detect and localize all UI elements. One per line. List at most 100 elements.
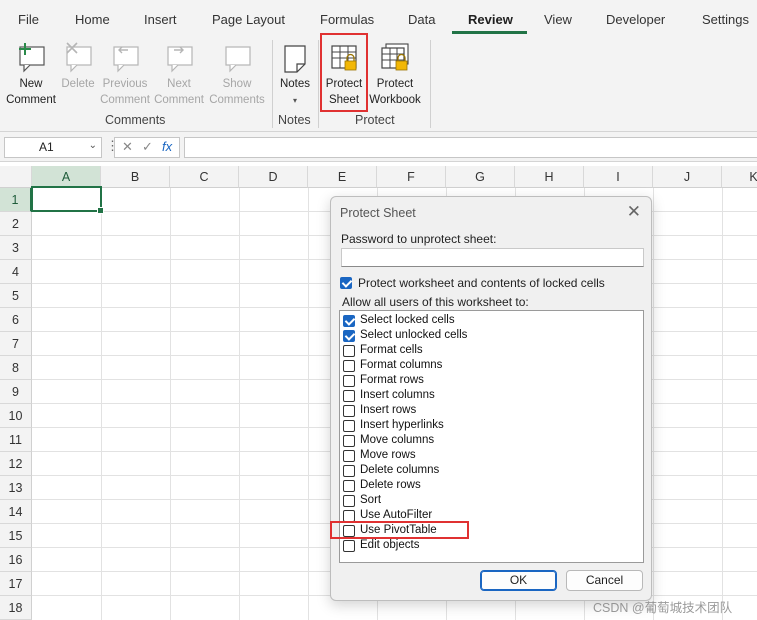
ok-button[interactable]: OK	[480, 570, 557, 591]
chevron-down-icon[interactable]: ⌄	[89, 140, 97, 151]
option-label: Insert columns	[360, 389, 435, 401]
next-comment-button[interactable]: Next Comment	[152, 38, 206, 108]
option-checkbox[interactable]	[343, 540, 355, 552]
protect-sheet-highlight	[320, 33, 368, 112]
tab-developer[interactable]: Developer	[606, 12, 665, 27]
option-checkbox[interactable]	[343, 495, 355, 507]
list-item[interactable]: Move rows	[340, 449, 640, 464]
formula-bar: A1 ⌄ ⋮ ✕ ✓ fx	[0, 132, 757, 162]
option-checkbox[interactable]	[343, 345, 355, 357]
formula-input[interactable]	[184, 137, 757, 158]
row-header[interactable]: 10	[0, 404, 32, 428]
column-header[interactable]: K	[722, 166, 757, 188]
option-checkbox[interactable]	[343, 465, 355, 477]
notes-button[interactable]: Notes ▾	[276, 38, 314, 109]
list-item[interactable]: Format columns	[340, 359, 640, 374]
tab-home[interactable]: Home	[75, 12, 110, 27]
column-header[interactable]: B	[101, 166, 170, 188]
active-cell-a1[interactable]	[31, 186, 104, 214]
list-item[interactable]: Insert hyperlinks	[340, 419, 640, 434]
dialog-title: Protect Sheet	[340, 206, 416, 220]
delete-comment-button[interactable]: Delete	[58, 38, 98, 92]
list-item[interactable]: Edit objects	[340, 539, 640, 554]
tab-insert[interactable]: Insert	[144, 12, 177, 27]
tab-file[interactable]: File	[18, 12, 39, 27]
option-checkbox[interactable]	[343, 360, 355, 372]
formula-buttons: ✕ ✓ fx	[114, 137, 180, 158]
row-header[interactable]: 14	[0, 500, 32, 524]
option-checkbox[interactable]	[343, 435, 355, 447]
previous-comment-icon	[113, 46, 139, 73]
insert-function-icon[interactable]: fx	[162, 139, 172, 154]
show-comments-label-2: Comments	[209, 94, 265, 106]
row-header[interactable]: 9	[0, 380, 32, 404]
row-header[interactable]: 18	[0, 596, 32, 620]
row-header[interactable]: 13	[0, 476, 32, 500]
select-all-corner[interactable]	[0, 166, 32, 188]
column-header[interactable]: I	[584, 166, 653, 188]
option-checkbox[interactable]	[343, 420, 355, 432]
tab-settings[interactable]: Settings	[702, 12, 749, 27]
list-item[interactable]: Format cells	[340, 344, 640, 359]
protect-workbook-button[interactable]: Protect Workbook	[366, 38, 424, 108]
option-checkbox[interactable]	[343, 450, 355, 462]
protect-workbook-icon	[381, 43, 409, 71]
list-item[interactable]: Delete columns	[340, 464, 640, 479]
list-item[interactable]: Insert rows	[340, 404, 640, 419]
show-comments-label-1: Show	[222, 78, 252, 90]
cancel-button[interactable]: Cancel	[566, 570, 643, 591]
confirm-entry-icon[interactable]: ✓	[142, 139, 153, 155]
row-header[interactable]: 15	[0, 524, 32, 548]
cancel-entry-icon[interactable]: ✕	[122, 139, 133, 155]
notes-group-label: Notes	[278, 113, 311, 127]
list-item[interactable]: Sort	[340, 494, 640, 509]
tab-formulas[interactable]: Formulas	[320, 12, 374, 27]
protect-contents-checkbox[interactable]	[340, 277, 352, 289]
column-header[interactable]: D	[239, 166, 308, 188]
column-header[interactable]: H	[515, 166, 584, 188]
option-checkbox[interactable]	[343, 375, 355, 387]
row-header[interactable]: 16	[0, 548, 32, 572]
row-header[interactable]: 6	[0, 308, 32, 332]
row-header[interactable]: 7	[0, 332, 32, 356]
close-icon[interactable]: ✕	[627, 202, 641, 222]
column-header[interactable]: C	[170, 166, 239, 188]
list-item[interactable]: Select locked cells	[340, 314, 640, 329]
show-comments-button[interactable]: Show Comments	[207, 38, 267, 108]
tab-data[interactable]: Data	[408, 12, 435, 27]
option-checkbox[interactable]	[343, 315, 355, 327]
list-item[interactable]: Delete rows	[340, 479, 640, 494]
row-header[interactable]: 17	[0, 572, 32, 596]
row-header[interactable]: 8	[0, 356, 32, 380]
row-header[interactable]: 11	[0, 428, 32, 452]
password-field[interactable]	[341, 248, 644, 267]
row-header[interactable]: 5	[0, 284, 32, 308]
row-header[interactable]: 4	[0, 260, 32, 284]
option-checkbox[interactable]	[343, 330, 355, 342]
tab-view[interactable]: View	[544, 12, 572, 27]
column-header[interactable]: A	[32, 166, 101, 188]
list-item[interactable]: Format rows	[340, 374, 640, 389]
row-header[interactable]: 1	[0, 188, 32, 212]
option-checkbox[interactable]	[343, 390, 355, 402]
name-box[interactable]: A1 ⌄	[4, 137, 102, 158]
option-checkbox[interactable]	[343, 405, 355, 417]
tab-review[interactable]: Review	[468, 12, 513, 27]
previous-comment-button[interactable]: Previous Comment	[98, 38, 152, 108]
tab-page-layout[interactable]: Page Layout	[212, 12, 285, 27]
list-item[interactable]: Select unlocked cells	[340, 329, 640, 344]
list-item[interactable]: Insert columns	[340, 389, 640, 404]
gridline	[170, 188, 171, 620]
row-header[interactable]: 2	[0, 212, 32, 236]
new-comment-button[interactable]: New Comment	[4, 38, 58, 108]
row-header[interactable]: 12	[0, 452, 32, 476]
column-header[interactable]: F	[377, 166, 446, 188]
option-checkbox[interactable]	[343, 480, 355, 492]
row-header[interactable]: 3	[0, 236, 32, 260]
column-header[interactable]: J	[653, 166, 722, 188]
column-header[interactable]: E	[308, 166, 377, 188]
column-header[interactable]: G	[446, 166, 515, 188]
list-item[interactable]: Move columns	[340, 434, 640, 449]
gridline	[722, 188, 723, 620]
notes-icon	[284, 45, 306, 73]
